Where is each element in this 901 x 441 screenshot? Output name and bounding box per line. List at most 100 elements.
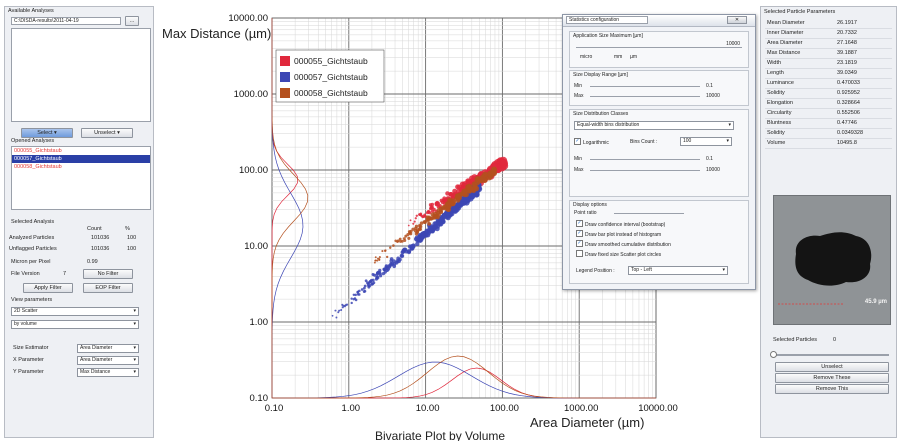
scatter-point: [411, 243, 416, 248]
axis-parameter-select[interactable]: Area Diameter ▾: [77, 344, 139, 353]
display-option-checkbox[interactable]: Draw fixed size Scatter plot circles: [576, 250, 661, 258]
range-max-value[interactable]: 10000: [706, 93, 720, 99]
axis-parameter-select[interactable]: Max Distance ▾: [77, 368, 139, 377]
display-option-checkbox[interactable]: ✓ Draw smoothed cumulative distribution: [576, 240, 671, 248]
classes-max-slider[interactable]: [590, 170, 700, 171]
scatter-point: [340, 308, 343, 312]
list-item[interactable]: 000058_Gichtstaub: [12, 163, 150, 171]
scatter-point: [478, 177, 485, 184]
particle-parameter-label: Luminance: [767, 80, 794, 86]
size-display-range-group: Size Display Range [µm] Min 0.1 Max 1000…: [569, 70, 749, 106]
scatter-point: [429, 206, 434, 210]
unselect-button[interactable]: Unselect ▾: [81, 128, 133, 138]
scatter-point: [389, 261, 393, 266]
close-icon[interactable]: ✕: [727, 16, 747, 24]
logarithmic-checkbox[interactable]: ✓ Logarithmic: [574, 138, 609, 146]
axis-parameter-value: Max Distance: [80, 369, 111, 375]
scatter-point: [456, 195, 461, 201]
scatter-point: [435, 219, 441, 225]
slider-handle[interactable]: [770, 351, 777, 358]
weighting-select[interactable]: by volume ▾: [11, 320, 139, 329]
display-option-checkbox[interactable]: ✓ Draw bar plot instead of histogram: [576, 230, 661, 238]
scatter-point: [463, 184, 470, 191]
scatter-point: [445, 191, 450, 196]
scatter-point: [478, 174, 486, 182]
remove-these-button[interactable]: Remove These: [775, 373, 889, 383]
particle-parameter-row: Mean Diameter 26.1917: [765, 19, 892, 29]
particle-parameter-row: Volume 10495.8: [765, 139, 892, 149]
scatter-point: [498, 163, 507, 172]
scatter-point: [459, 191, 465, 197]
stat-row: Unflagged Particles 101036 100: [9, 246, 149, 254]
scatter-point: [407, 224, 410, 227]
scatter-point: [436, 201, 441, 206]
particle-parameter-row: Bluntness 0.47746: [765, 119, 892, 129]
legend-position-select[interactable]: Top - Left ▾: [628, 266, 728, 275]
scatter-point: [474, 180, 481, 187]
axis-parameter-select[interactable]: Area Diameter ▾: [77, 356, 139, 365]
scatter-point: [374, 259, 377, 262]
scatter-point: [413, 220, 416, 223]
chart-legend: 000055_Gichtstaub 000057_Gichtstaub 000058…: [275, 49, 385, 103]
list-item[interactable]: 000055_Gichtstaub: [12, 147, 150, 155]
scatter-point: [472, 176, 480, 184]
particle-parameter-label: Circularity: [767, 110, 792, 116]
scatter-point: [464, 184, 470, 191]
unselect-particle-button[interactable]: Unselect: [775, 362, 889, 372]
scatter-point: [461, 184, 468, 190]
scatter-point: [411, 244, 416, 249]
point-ratio-slider[interactable]: [614, 213, 684, 214]
no-filter-button[interactable]: No Filter: [83, 269, 133, 279]
scatter-point: [394, 239, 398, 243]
list-item[interactable]: 000057_Gichtstaub: [12, 155, 150, 163]
eop-filter-button[interactable]: EOP Filter: [83, 283, 133, 293]
application-size-tick-micro: micro: [580, 54, 593, 60]
display-option-checkbox[interactable]: ✓ Draw confidence interval (bootstrap): [576, 220, 665, 228]
remove-this-button[interactable]: Remove This: [775, 384, 889, 394]
scatter-point: [465, 178, 471, 184]
scatter-point: [432, 221, 438, 227]
scatter-point: [467, 195, 474, 202]
scatter-point: [449, 201, 455, 207]
available-analyses-list[interactable]: [11, 28, 151, 122]
analyses-path-field[interactable]: C:\DISDA-results\2011-04-19: [11, 17, 121, 25]
particle-parameter-label: Width: [767, 60, 782, 66]
range-max-slider[interactable]: [590, 96, 700, 97]
application-size-slider[interactable]: [576, 47, 742, 48]
bins-count-select[interactable]: 100 ▾: [680, 137, 732, 146]
file-version-value: 7: [63, 271, 67, 277]
scatter-point: [454, 203, 461, 209]
view-mode-select[interactable]: 2D Scatter ▾: [11, 307, 139, 316]
scatter-point: [477, 171, 485, 179]
micron-label: Micron per Pixel: [11, 259, 51, 265]
scatter-point: [404, 249, 409, 254]
scatter-point: [448, 198, 454, 203]
x-tick-label: 1000.00: [564, 403, 598, 414]
scatter-point: [401, 248, 406, 253]
scatter-point: [454, 203, 461, 210]
classes-min-value[interactable]: 0.1: [706, 156, 713, 162]
scatter-point: [417, 237, 422, 242]
application-size-value: 10000: [726, 41, 740, 47]
apply-filter-button[interactable]: Apply Filter: [23, 283, 73, 293]
select-button[interactable]: Select ▾: [21, 128, 73, 138]
scatter-point: [350, 301, 353, 305]
scatter-point: [498, 157, 507, 166]
classes-max-value[interactable]: 10000: [706, 167, 720, 173]
classes-min-slider[interactable]: [590, 159, 700, 160]
scatter-point: [407, 244, 413, 249]
range-min-slider[interactable]: [590, 86, 700, 87]
browse-button[interactable]: ...: [125, 16, 139, 26]
distribution-select[interactable]: Equal-width bins distribution ▾: [574, 121, 734, 130]
scatter-point: [475, 179, 482, 187]
particle-slider[interactable]: [770, 351, 889, 358]
dialog-titlebar[interactable]: Statistics configuration ✕: [563, 15, 755, 27]
particle-parameter-label: Inner Diameter: [767, 30, 804, 36]
axis-parameter-value: Area Diameter: [80, 345, 113, 351]
scatter-point: [463, 197, 469, 203]
particle-parameter-label: Max Distance: [767, 50, 801, 56]
scatter-point: [462, 186, 468, 193]
scatter-point: [456, 184, 462, 190]
range-min-value[interactable]: 0.1: [706, 83, 713, 89]
scatter-point: [447, 212, 453, 218]
